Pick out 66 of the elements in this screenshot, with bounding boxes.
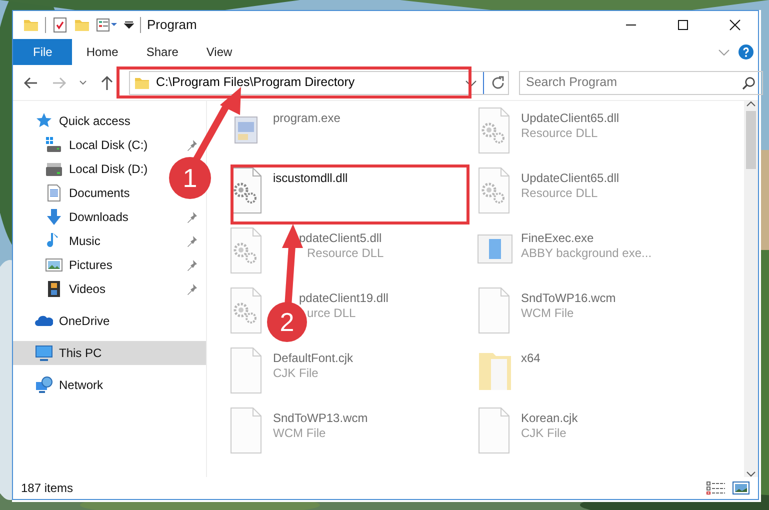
file-type: Resource DLL xyxy=(307,246,384,261)
dropdown-icon[interactable] xyxy=(79,80,87,85)
sidebar-item[interactable]: Quick access xyxy=(13,109,138,133)
address-field[interactable]: C:\Program Files\Program Directory xyxy=(156,73,459,92)
callout-badge: 1 xyxy=(169,157,211,199)
document-icon xyxy=(45,184,63,202)
file-name[interactable]: x64 xyxy=(521,351,540,366)
search-box[interactable]: Search Program xyxy=(519,70,763,94)
scrollbar[interactable] xyxy=(744,101,758,477)
maximize-icon[interactable] xyxy=(677,19,689,31)
ribbon-tab[interactable]: View xyxy=(192,39,246,65)
search-icon xyxy=(742,76,756,90)
file-type: ABBY background exe... xyxy=(521,246,652,261)
file-type: Resource DLL xyxy=(521,126,598,141)
file-type: CJK File xyxy=(521,426,566,441)
sidebar-item[interactable]: OneDrive xyxy=(13,309,118,333)
file-type: WCM File xyxy=(273,426,326,441)
file-name[interactable]: DefaultFont.cjk xyxy=(273,351,354,366)
file-type: Resource DLL xyxy=(521,186,598,201)
large-icons-view-icon[interactable] xyxy=(732,481,750,495)
file-type: WCM File xyxy=(521,306,574,321)
file-name[interactable]: Korean.cjk xyxy=(521,411,578,426)
details-view-icon[interactable] xyxy=(706,481,726,495)
scroll-up-icon[interactable] xyxy=(746,101,756,107)
callout-badge: 2 xyxy=(267,302,307,342)
checkmark-icon[interactable] xyxy=(52,17,68,33)
file-name[interactable]: SndToWP16.wcm xyxy=(521,291,616,306)
file-name[interactable]: FineExec.exe xyxy=(521,231,594,246)
sidebar-item[interactable]: Documents xyxy=(13,181,138,205)
sidebar-item[interactable]: This PC xyxy=(13,341,206,365)
file-name[interactable]: SndToWP13.wcm xyxy=(273,411,368,426)
monitor-icon xyxy=(35,344,53,362)
film-icon xyxy=(45,280,63,298)
sidebar-item[interactable]: Downloads xyxy=(13,205,206,229)
file-name[interactable]: UpdateClient65.dll xyxy=(521,171,620,186)
sidebar-item[interactable]: Music xyxy=(13,229,206,253)
up-icon[interactable] xyxy=(99,74,115,90)
drive-icon xyxy=(45,160,63,178)
file-name[interactable]: UpdateClient65.dll xyxy=(521,111,620,126)
scroll-thumb[interactable] xyxy=(746,111,756,169)
item-count: 187 items xyxy=(21,480,74,497)
file-type: urce DLL xyxy=(307,306,356,321)
file-name[interactable]: iscustomdll.dll xyxy=(273,171,348,186)
help-icon[interactable] xyxy=(738,44,754,60)
address-bar[interactable]: C:\Program Files\Program Directory xyxy=(129,70,509,94)
download-icon xyxy=(45,208,63,226)
sidebar-item[interactable]: Network xyxy=(13,373,112,397)
ribbon-tab[interactable]: File xyxy=(13,39,72,65)
file-name[interactable]: pdateClient5.dll xyxy=(299,231,382,246)
file-type: CJK File xyxy=(273,366,318,381)
network-icon xyxy=(35,376,53,394)
star-icon xyxy=(35,112,53,130)
properties-icon[interactable] xyxy=(96,17,118,33)
ribbon-tab[interactable]: Share xyxy=(132,39,192,65)
drive-icon xyxy=(45,136,63,154)
ribbon-tab[interactable]: Home xyxy=(72,39,132,65)
sidebar-item[interactable]: Local Disk (C:) xyxy=(13,133,206,157)
close-icon[interactable] xyxy=(729,19,741,31)
picture-icon xyxy=(45,256,63,274)
file-name[interactable]: program.exe xyxy=(273,111,340,126)
sidebar-item[interactable]: Pictures xyxy=(13,253,206,277)
scroll-down-icon[interactable] xyxy=(746,471,756,477)
window-title: Program xyxy=(147,16,198,34)
sidebar-item[interactable]: Videos xyxy=(13,277,206,301)
back-icon[interactable] xyxy=(23,74,39,90)
sidebar-item[interactable]: Local Disk (D:) xyxy=(13,157,156,181)
